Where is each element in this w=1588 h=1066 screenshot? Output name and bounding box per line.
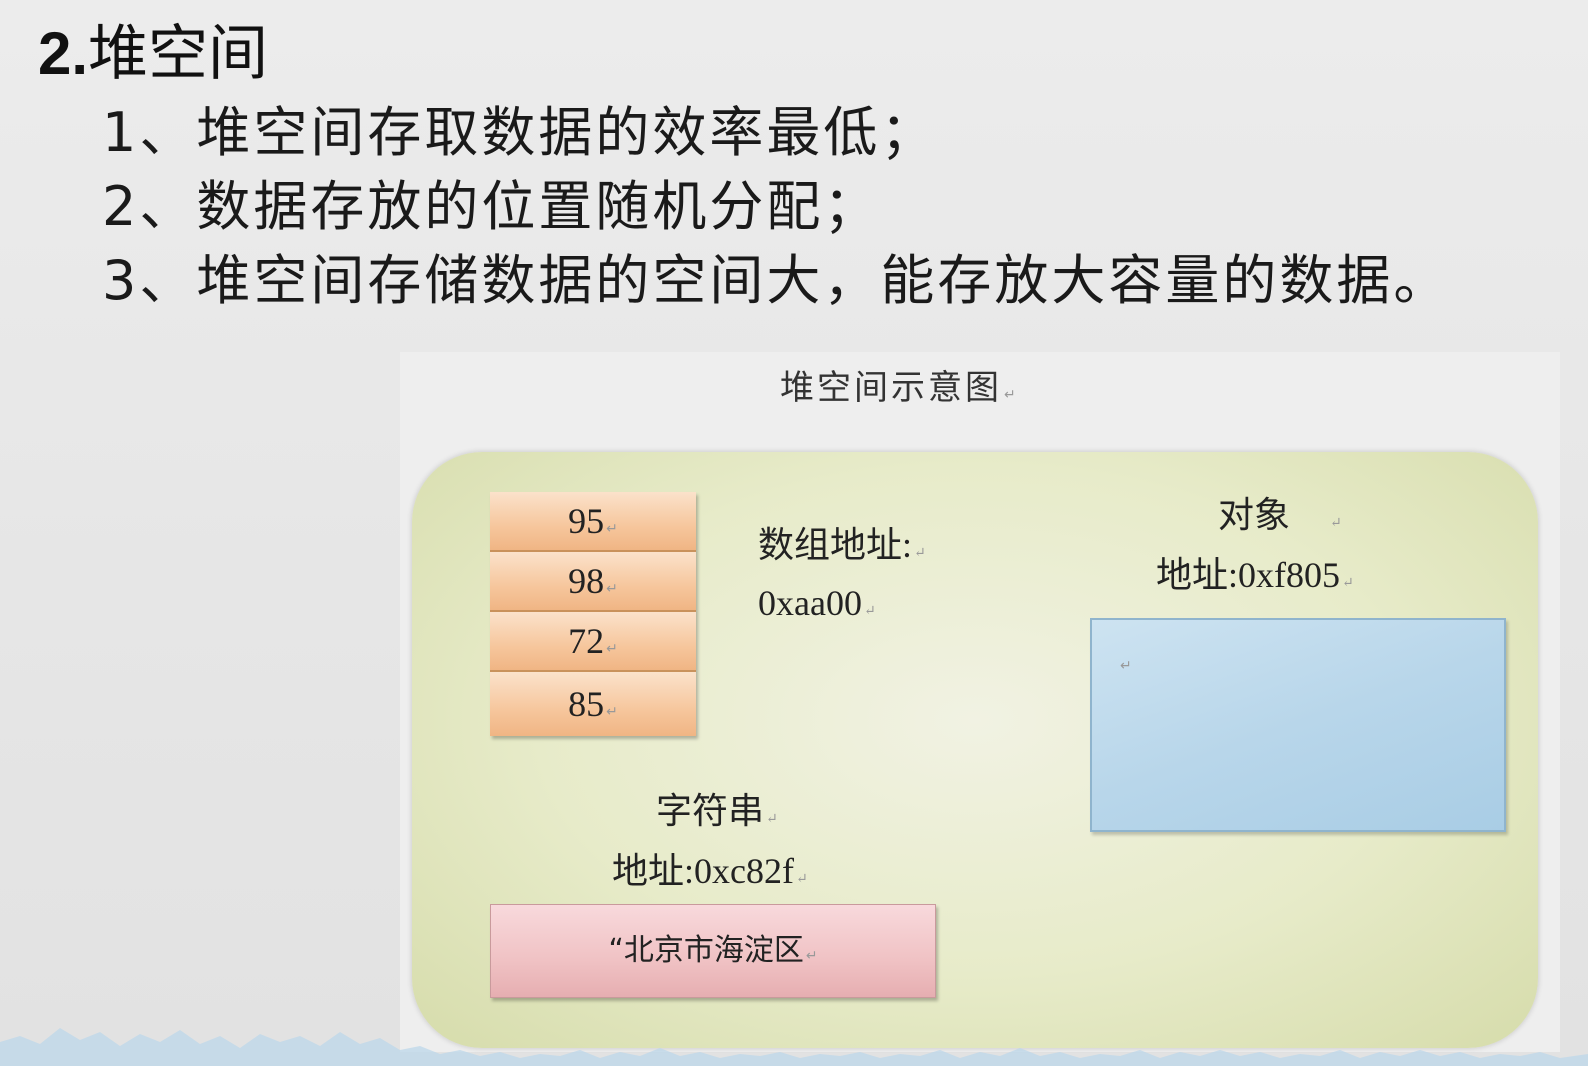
string-caption: 字符串: [656, 791, 765, 831]
array-value: 95: [568, 501, 605, 541]
object-box: ↵: [1090, 618, 1506, 832]
paragraph-mark-icon: ↵: [606, 642, 618, 657]
paragraph-mark-icon: ↵: [805, 948, 818, 964]
array-cell: 85 ↵: [490, 672, 696, 736]
array-value: 85: [568, 684, 605, 724]
heap-feature-item: 1、堆空间存取数据的效率最低；: [102, 101, 938, 164]
array-cell: 98 ↵: [490, 552, 696, 610]
array-address-value: 0xaa00 ↵: [758, 580, 876, 635]
paragraph-mark-icon: ↵: [1120, 658, 1132, 674]
array-address-caption: 数组地址:: [758, 525, 913, 565]
paragraph-mark-icon: ↵: [766, 812, 778, 827]
array-block: 95 ↵ 98 ↵ 72 ↵ 85 ↵: [490, 492, 696, 736]
slide-title-text: 堆空间: [88, 19, 269, 89]
array-cell: 95 ↵: [490, 492, 696, 550]
string-value: “北京市海淀区: [608, 933, 804, 968]
paragraph-mark-icon: ↵: [606, 522, 618, 537]
string-address-text: 地址:0xc82f: [612, 851, 794, 891]
figure-title: 堆空间示意图 ↵: [780, 366, 1019, 417]
figure-title-text: 堆空间示意图: [780, 368, 1002, 408]
paragraph-mark-icon: ↵: [1330, 516, 1342, 531]
string-address-label: 地址:0xc82f ↵: [612, 848, 808, 903]
string-box: “北京市海淀区 ↵: [490, 904, 936, 998]
heap-feature-item: 3、堆空间存储数据的空间大，能存放大容量的数据。: [102, 249, 1451, 312]
paragraph-mark-icon: ↵: [606, 705, 618, 720]
array-value: 72: [568, 621, 605, 661]
paragraph-mark-icon: ↵: [795, 872, 808, 887]
heap-feature-item: 2、数据存放的位置随机分配；: [102, 175, 881, 238]
slide-title-number: 2.: [38, 20, 89, 87]
paragraph-mark-icon: ↵: [1342, 576, 1354, 591]
object-label: 对象 ↵: [1218, 492, 1342, 547]
slide-title: 2.堆空间: [38, 14, 268, 94]
heap-feature-list: 1、堆空间存取数据的效率最低； 2、数据存放的位置随机分配； 3、堆空间存储数据…: [102, 96, 1450, 318]
paragraph-mark-icon: ↵: [863, 604, 876, 619]
array-address-text: 0xaa00: [758, 583, 862, 623]
object-address-text: 地址:0xf805: [1156, 555, 1340, 595]
paragraph-mark-icon: ↵: [606, 582, 618, 597]
string-label: 字符串 ↵: [656, 788, 778, 843]
array-cell: 72 ↵: [490, 612, 696, 670]
array-value: 98: [568, 561, 605, 601]
object-caption: 对象: [1218, 495, 1291, 535]
object-address-label: 地址:0xf805 ↵: [1156, 552, 1354, 607]
array-address-label: 数组地址: ↵: [758, 522, 926, 577]
paragraph-mark-icon: ↵: [914, 546, 926, 561]
paragraph-mark-icon: ↵: [1004, 387, 1019, 403]
